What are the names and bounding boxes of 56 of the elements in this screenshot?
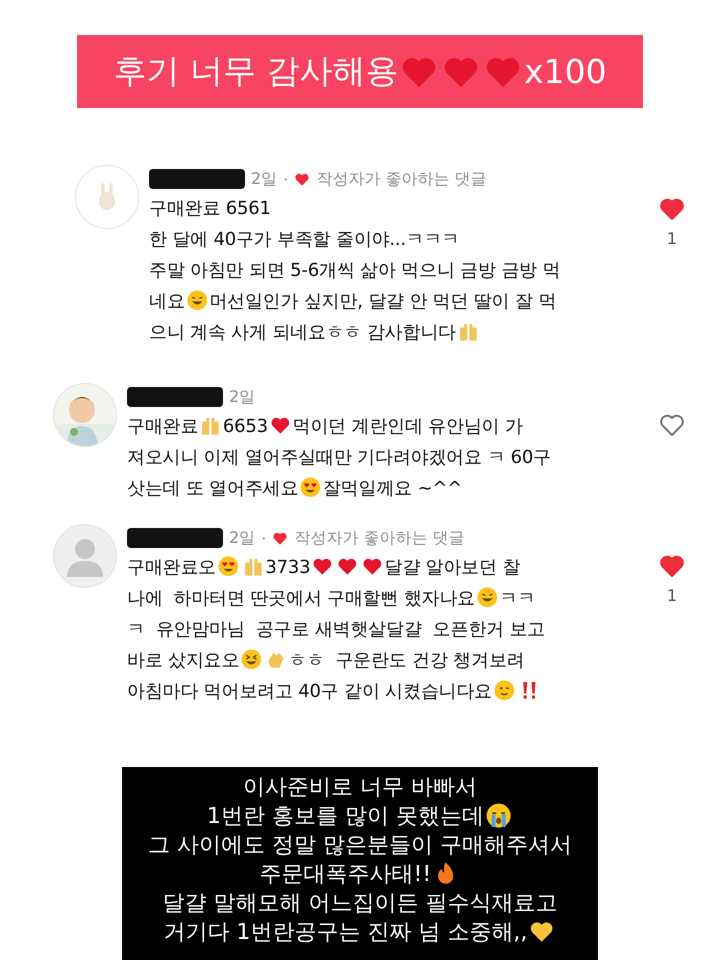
- comment-text: ㅋㅋ: [500, 588, 536, 609]
- raised-hands-icon: [458, 321, 479, 342]
- winking-emoji-icon: [494, 680, 515, 701]
- comment-text: 머선일인가 싶지만, 달걀 안 먹던 딸이 잘 먹: [209, 291, 556, 312]
- comment-text: 네요: [149, 291, 185, 312]
- notice-text: 거기다 1번란공구는 진짜 넘 소중해,,: [163, 920, 528, 945]
- separator: ·: [261, 528, 266, 548]
- comment-text: 나에 하마터면 딴곳에서 구매할뻔 했자나요: [127, 588, 476, 609]
- comment-text: 주말 아침만 되면 5-6개씩 삶아 먹으니 금방 금방 먹: [149, 260, 560, 281]
- separator: ·: [283, 170, 288, 188]
- comment-text: 으니 계속 사게 되네요ㅎㅎ 감사합니다: [149, 322, 456, 343]
- notice-text: 그 사이에도 정말 많은분들이 구매해주셔서: [148, 833, 572, 858]
- comment-text: 3733: [265, 557, 310, 578]
- comment-text: 먹이던 계란인데 유안님이 가: [292, 416, 523, 437]
- laughing-emoji-icon: [477, 587, 498, 608]
- comment-text: 한 달에 40구가 부족할 줄이야...ㅋㅋㅋ: [149, 229, 460, 250]
- comment-text: 달걀 알아보던 찰: [384, 557, 520, 578]
- comment-text: 잘먹일께요 ~^^: [322, 478, 462, 499]
- author-liked-label: 작성자가 좋아하는 댓글: [294, 528, 464, 548]
- crying-emoji-icon: [486, 802, 512, 828]
- comment-time: 2일: [229, 386, 256, 408]
- banner-text: x100: [524, 52, 607, 91]
- like-count: 1: [666, 229, 678, 248]
- like-heart-icon[interactable]: [659, 554, 685, 578]
- comment-text: ㅋ 유안맘마님 공구로 새벽햇살달걀 오픈한거 보고: [127, 619, 545, 640]
- comment-text: 삿는데 또 열어주세요: [127, 478, 298, 499]
- author-liked-label: 작성자가 좋아하는 댓글: [316, 168, 486, 190]
- comment-text: 바로 샀지요오: [127, 650, 240, 671]
- like-count: 1: [666, 586, 678, 605]
- heart-eyes-emoji-icon: [300, 477, 321, 498]
- rabbit-logo-icon: [96, 183, 118, 211]
- comment-text: 구매완료: [127, 416, 198, 437]
- banner-text: 후기 너무 감사해용: [113, 50, 398, 92]
- comment-text: 져오시니 이제 열어주실때만 기다려야겠어요 ㅋ 60구: [127, 447, 551, 468]
- comment-text: ㅎㅎ 구운란도 건강 챙겨보려: [288, 650, 524, 671]
- notice-text: 달걀 말해모해 어느집이든 필수식재료고: [162, 891, 558, 916]
- like-heart-icon[interactable]: [659, 197, 685, 221]
- notice-text: 이사준비로 너무 바빠서: [243, 775, 477, 800]
- comment-text: 구매완료 6561: [149, 198, 271, 219]
- raised-hands-icon: [242, 556, 264, 577]
- comment-text: 구매완료오: [127, 557, 216, 578]
- laughing-emoji-icon: [241, 649, 262, 670]
- like-heart-icon[interactable]: [659, 413, 685, 437]
- heart-emoji-icon: [337, 556, 358, 577]
- raised-hands-icon: [200, 415, 221, 436]
- heart-eyes-emoji-icon: [218, 556, 239, 577]
- notice-text: 주문대폭주사태!!: [260, 862, 432, 887]
- notice-text: 1번란 홍보를 많이 못했는데: [206, 804, 484, 829]
- heart-emoji-icon: [270, 415, 291, 436]
- comment-time: 2일: [251, 168, 278, 190]
- laughing-emoji-icon: [186, 290, 208, 311]
- comment-text: 아침마다 먹어보려고 40구 같이 시켰습니다요: [127, 681, 492, 702]
- heart-emoji-icon: [312, 556, 334, 577]
- heart-emoji-icon: [362, 556, 382, 577]
- comment-text: 6653: [222, 416, 268, 437]
- comment-time: 2일: [229, 528, 256, 548]
